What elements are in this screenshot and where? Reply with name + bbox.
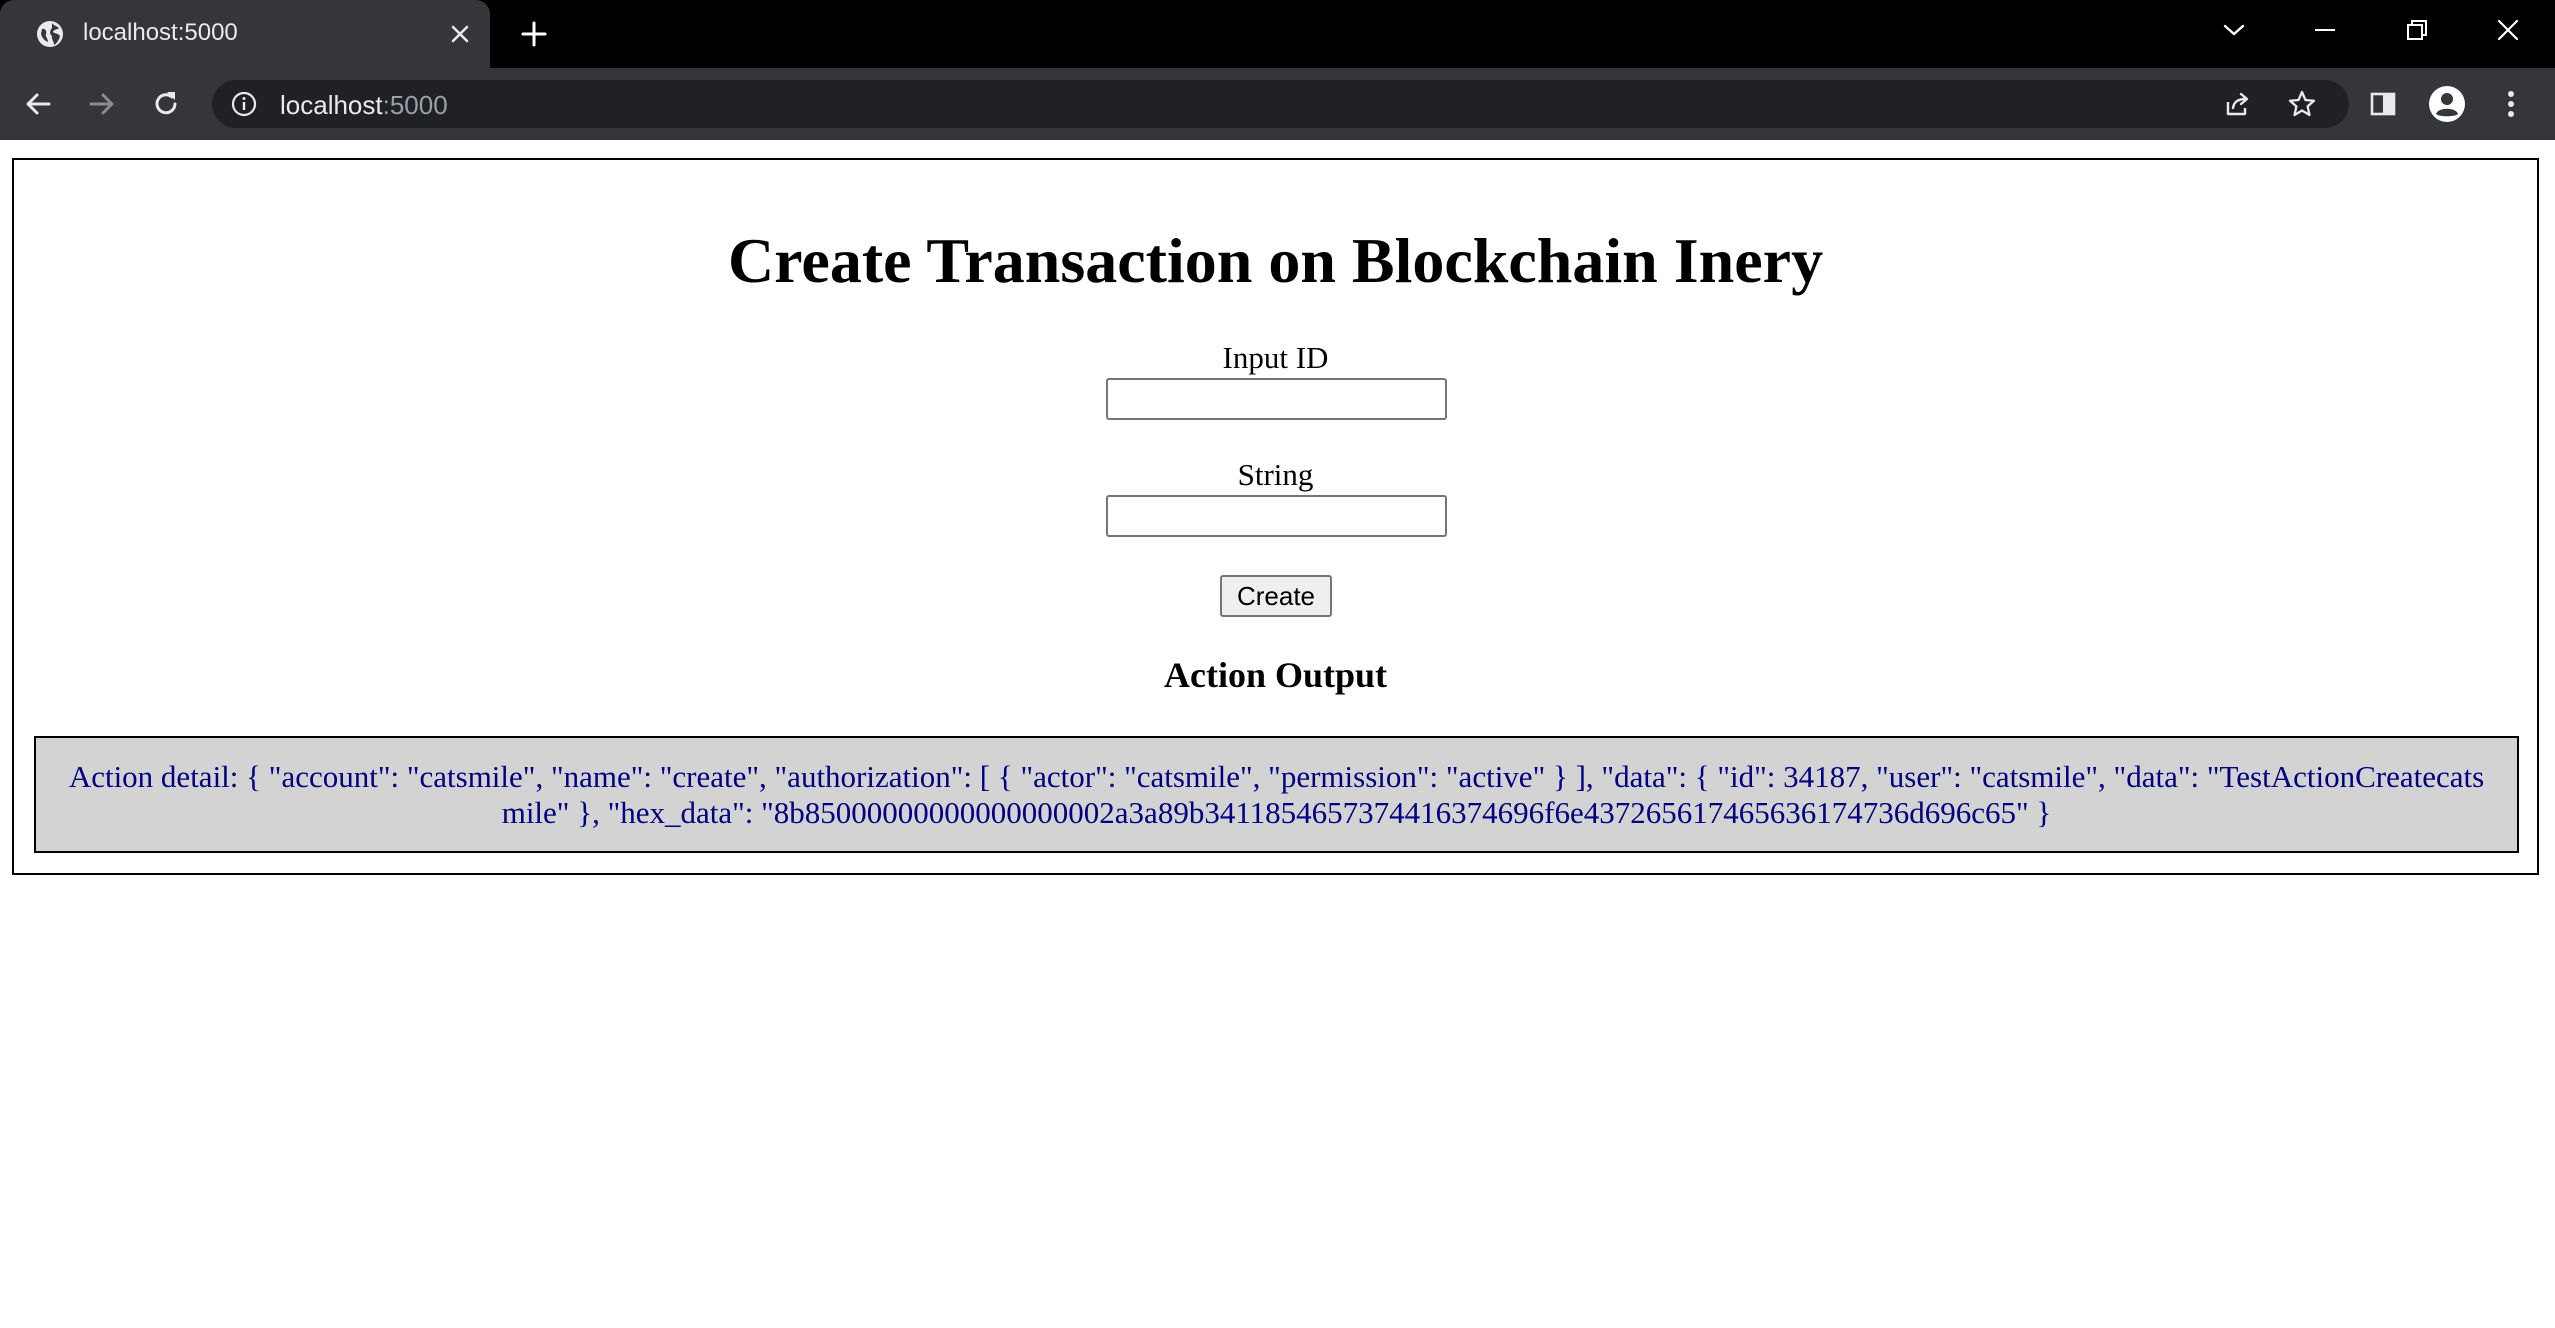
string-field[interactable]	[1106, 495, 1447, 537]
url-host: localhost	[280, 90, 383, 120]
page-title: Create Transaction on Blockchain Inery	[727, 225, 1824, 296]
restore-window-icon[interactable]	[2393, 10, 2441, 50]
action-output-text: Action detail: { "account": "catsmile", …	[68, 758, 2485, 830]
profile-avatar-icon[interactable]	[2427, 84, 2467, 124]
browser-tab[interactable]: localhost:5000	[0, 0, 490, 68]
tab-search-chevron-icon[interactable]	[2210, 10, 2258, 50]
browser-toolbar: localhost:5000	[0, 68, 2555, 140]
back-arrow-icon[interactable]	[18, 84, 58, 124]
browser-titlebar: localhost:5000	[0, 0, 2555, 68]
close-window-icon[interactable]	[2484, 10, 2532, 50]
input-id-label: Input ID	[1222, 340, 1329, 375]
minimize-icon[interactable]	[2301, 10, 2349, 50]
create-button[interactable]: Create	[1220, 575, 1332, 617]
reload-icon[interactable]	[146, 84, 186, 124]
kebab-menu-icon[interactable]	[2491, 84, 2531, 124]
action-output-heading: Action Output	[1163, 655, 1388, 695]
page-container: Create Transaction on Blockchain Inery I…	[12, 158, 2539, 875]
string-label: String	[1237, 457, 1314, 492]
globe-icon	[36, 20, 64, 48]
tab-title: localhost:5000	[83, 19, 238, 46]
side-panel-icon[interactable]	[2363, 84, 2403, 124]
action-output-box: Action detail: { "account": "catsmile", …	[34, 736, 2519, 853]
bookmark-star-icon[interactable]	[2284, 86, 2320, 122]
share-icon[interactable]	[2220, 86, 2256, 122]
url-text: localhost:5000	[280, 90, 448, 121]
new-tab-plus-icon[interactable]	[516, 16, 552, 52]
address-bar[interactable]: localhost:5000	[212, 80, 2349, 128]
site-info-icon[interactable]	[230, 90, 258, 118]
input-id-field[interactable]	[1106, 378, 1447, 420]
forward-arrow-icon[interactable]	[82, 84, 122, 124]
url-port: :5000	[382, 90, 448, 120]
close-tab-icon[interactable]	[444, 18, 476, 50]
